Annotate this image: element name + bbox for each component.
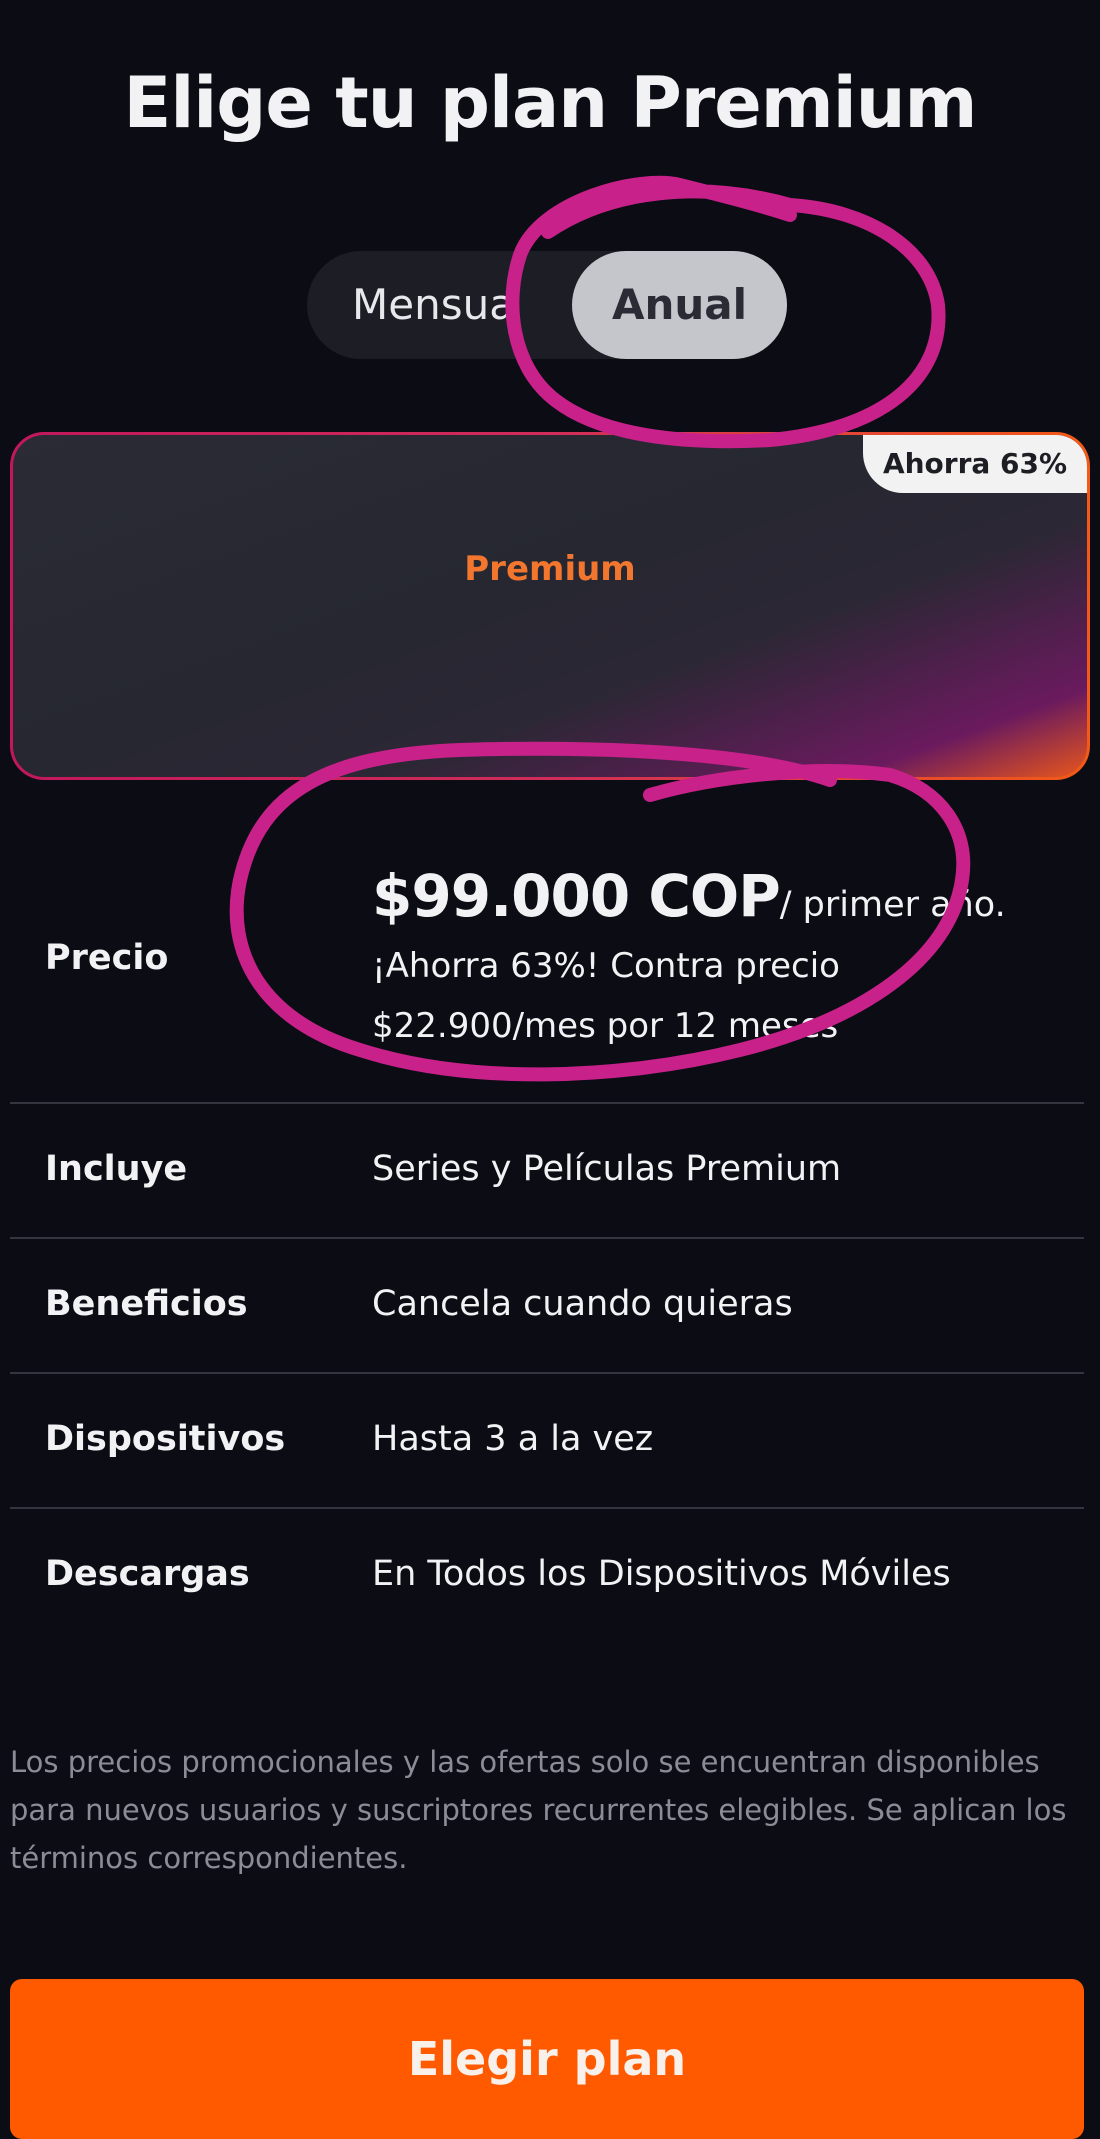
- choose-plan-button[interactable]: Elegir plan: [10, 1979, 1084, 2139]
- price-note-line1: ¡Ahorra 63%! Contra precio: [372, 946, 840, 986]
- detail-value: Cancela cuando quieras: [372, 1284, 793, 1324]
- detail-label: Dispositivos: [45, 1419, 286, 1459]
- detail-value: Series y Películas Premium: [372, 1149, 842, 1189]
- plan-name: Premium: [464, 549, 636, 589]
- billing-toggle: Mensual Anual: [307, 251, 787, 359]
- price-period: / primer año.: [779, 885, 1006, 925]
- detail-row-devices: Dispositivos Hasta 3 a la vez: [10, 1374, 1084, 1509]
- detail-label: Precio: [45, 938, 169, 978]
- detail-value: En Todos los Dispositivos Móviles: [372, 1554, 951, 1594]
- plan-details-table: Precio $99.000 COP/ primer año. ¡Ahorra …: [10, 800, 1084, 1642]
- plan-card-premium[interactable]: Ahorra 63% Premium: [10, 432, 1090, 780]
- price-value: $99.000 COP/ primer año. ¡Ahorra 63%! Co…: [372, 862, 1074, 1056]
- detail-row-includes: Incluye Series y Películas Premium: [10, 1104, 1084, 1239]
- detail-value: Hasta 3 a la vez: [372, 1419, 654, 1459]
- price-amount: $99.000 COP: [372, 862, 781, 930]
- promo-disclaimer: Los precios promocionales y las ofertas …: [10, 1745, 1067, 1875]
- savings-badge: Ahorra 63%: [863, 435, 1087, 493]
- toggle-annual[interactable]: Anual: [572, 251, 787, 359]
- detail-row-price: Precio $99.000 COP/ primer año. ¡Ahorra …: [10, 800, 1084, 1104]
- detail-row-downloads: Descargas En Todos los Dispositivos Móvi…: [10, 1509, 1084, 1642]
- detail-label: Incluye: [45, 1149, 188, 1189]
- detail-label: Beneficios: [45, 1284, 248, 1324]
- toggle-monthly[interactable]: Mensual: [352, 251, 512, 359]
- price-note: ¡Ahorra 63%! Contra precio $22.900/mes p…: [372, 936, 1074, 1056]
- detail-row-benefits: Beneficios Cancela cuando quieras: [10, 1239, 1084, 1374]
- price-note-line2: $22.900/mes por 12 meses: [372, 1006, 839, 1046]
- detail-label: Descargas: [45, 1554, 250, 1594]
- page-title: Elige tu plan Premium: [123, 62, 978, 144]
